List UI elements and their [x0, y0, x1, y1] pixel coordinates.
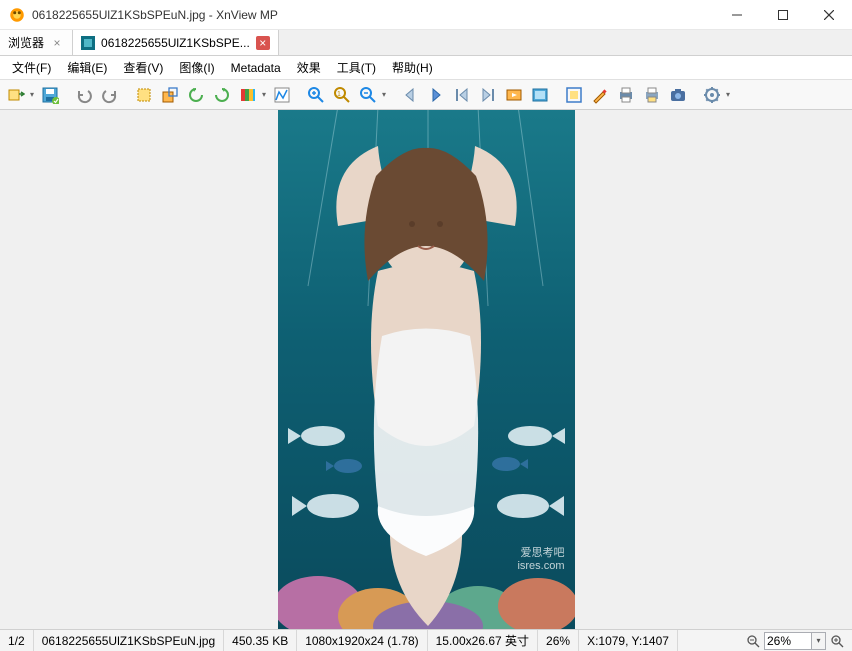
save-button[interactable]: [38, 83, 62, 107]
status-coords: X:1079, Y:1407: [579, 630, 678, 651]
adjust-dropdown[interactable]: ▾: [260, 90, 268, 99]
titlebar: 0618225655UlZ1KSbSPEuN.jpg - XnView MP: [0, 0, 852, 30]
tab-close-icon[interactable]: ×: [256, 36, 270, 50]
app-logo-icon: [8, 6, 26, 24]
toolbar: ▾ ▾ 1 ▾ ▾: [0, 80, 852, 110]
crop-button[interactable]: [132, 83, 156, 107]
tab-image[interactable]: 0618225655UlZ1KSbSPE... ×: [73, 30, 279, 55]
menubar: 文件(F) 编辑(E) 查看(V) 图像(I) Metadata 效果 工具(T…: [0, 56, 852, 80]
zoom-in-button[interactable]: [304, 83, 328, 107]
zoom-input[interactable]: [764, 632, 812, 650]
statusbar: 1/2 0618225655UlZ1KSbSPEuN.jpg 450.35 KB…: [0, 629, 852, 651]
fullscreen-button[interactable]: [528, 83, 552, 107]
first-button[interactable]: [450, 83, 474, 107]
tab-browser[interactable]: 浏览器 ×: [0, 30, 73, 55]
status-filesize: 450.35 KB: [224, 630, 297, 651]
watermark-line1: 爱思考吧: [517, 547, 564, 560]
image-thumb-icon: [81, 36, 95, 50]
displayed-image: 爱思考吧 isres.com: [278, 110, 575, 629]
maximize-button[interactable]: [760, 0, 806, 30]
zoom-out-button[interactable]: [356, 83, 380, 107]
rotate-left-button[interactable]: [184, 83, 208, 107]
menu-edit[interactable]: 编辑(E): [59, 56, 115, 79]
redo-button[interactable]: [98, 83, 122, 107]
menu-effects[interactable]: 效果: [289, 56, 329, 79]
copy-to-dropdown[interactable]: ▾: [28, 90, 36, 99]
settings-dropdown[interactable]: ▾: [724, 90, 732, 99]
adjust-button[interactable]: [236, 83, 260, 107]
copy-to-button[interactable]: [4, 83, 28, 107]
undo-button[interactable]: [72, 83, 96, 107]
watermark: 爱思考吧 isres.com: [517, 547, 564, 573]
window-title: 0618225655UlZ1KSbSPEuN.jpg - XnView MP: [32, 8, 714, 22]
image-tab-label: 0618225655UlZ1KSbSPE...: [101, 36, 250, 50]
resize-button[interactable]: [158, 83, 182, 107]
menu-help[interactable]: 帮助(H): [384, 56, 441, 79]
zoom-in-status-button[interactable]: [828, 632, 846, 650]
status-filename: 0618225655UlZ1KSbSPEuN.jpg: [34, 630, 224, 651]
menu-metadata[interactable]: Metadata: [223, 58, 289, 78]
status-dimensions: 1080x1920x24 (1.78): [297, 630, 427, 651]
print-button[interactable]: [614, 83, 638, 107]
quick-print-button[interactable]: [640, 83, 664, 107]
zoom-dropdown[interactable]: ▾: [380, 90, 388, 99]
status-index: 1/2: [0, 630, 34, 651]
menu-image[interactable]: 图像(I): [171, 56, 222, 79]
prev-button[interactable]: [398, 83, 422, 107]
status-physical: 15.00x26.67 英寸: [428, 630, 538, 651]
rotate-right-button[interactable]: [210, 83, 234, 107]
zoom-combo-dropdown[interactable]: ▾: [812, 632, 826, 650]
zoom-control: ▾: [738, 632, 852, 650]
last-button[interactable]: [476, 83, 500, 107]
menu-file[interactable]: 文件(F): [4, 56, 59, 79]
menu-view[interactable]: 查看(V): [115, 56, 171, 79]
settings-button[interactable]: [700, 83, 724, 107]
tab-close-icon[interactable]: ×: [50, 36, 64, 50]
watermark-line2: isres.com: [517, 560, 564, 573]
tab-bar: 浏览器 × 0618225655UlZ1KSbSPE... ×: [0, 30, 852, 56]
fit-window-button[interactable]: [562, 83, 586, 107]
status-zoom: 26%: [538, 630, 579, 651]
minimize-button[interactable]: [714, 0, 760, 30]
slideshow-button[interactable]: [502, 83, 526, 107]
close-button[interactable]: [806, 0, 852, 30]
zoom-100-button[interactable]: 1: [330, 83, 354, 107]
zoom-out-status-button[interactable]: [744, 632, 762, 650]
next-button[interactable]: [424, 83, 448, 107]
svg-text:1: 1: [337, 91, 341, 98]
menu-tools[interactable]: 工具(T): [329, 56, 384, 79]
draw-button[interactable]: [588, 83, 612, 107]
image-canvas[interactable]: 爱思考吧 isres.com: [0, 110, 852, 629]
levels-button[interactable]: [270, 83, 294, 107]
browser-tab-label: 浏览器: [8, 34, 44, 51]
capture-button[interactable]: [666, 83, 690, 107]
